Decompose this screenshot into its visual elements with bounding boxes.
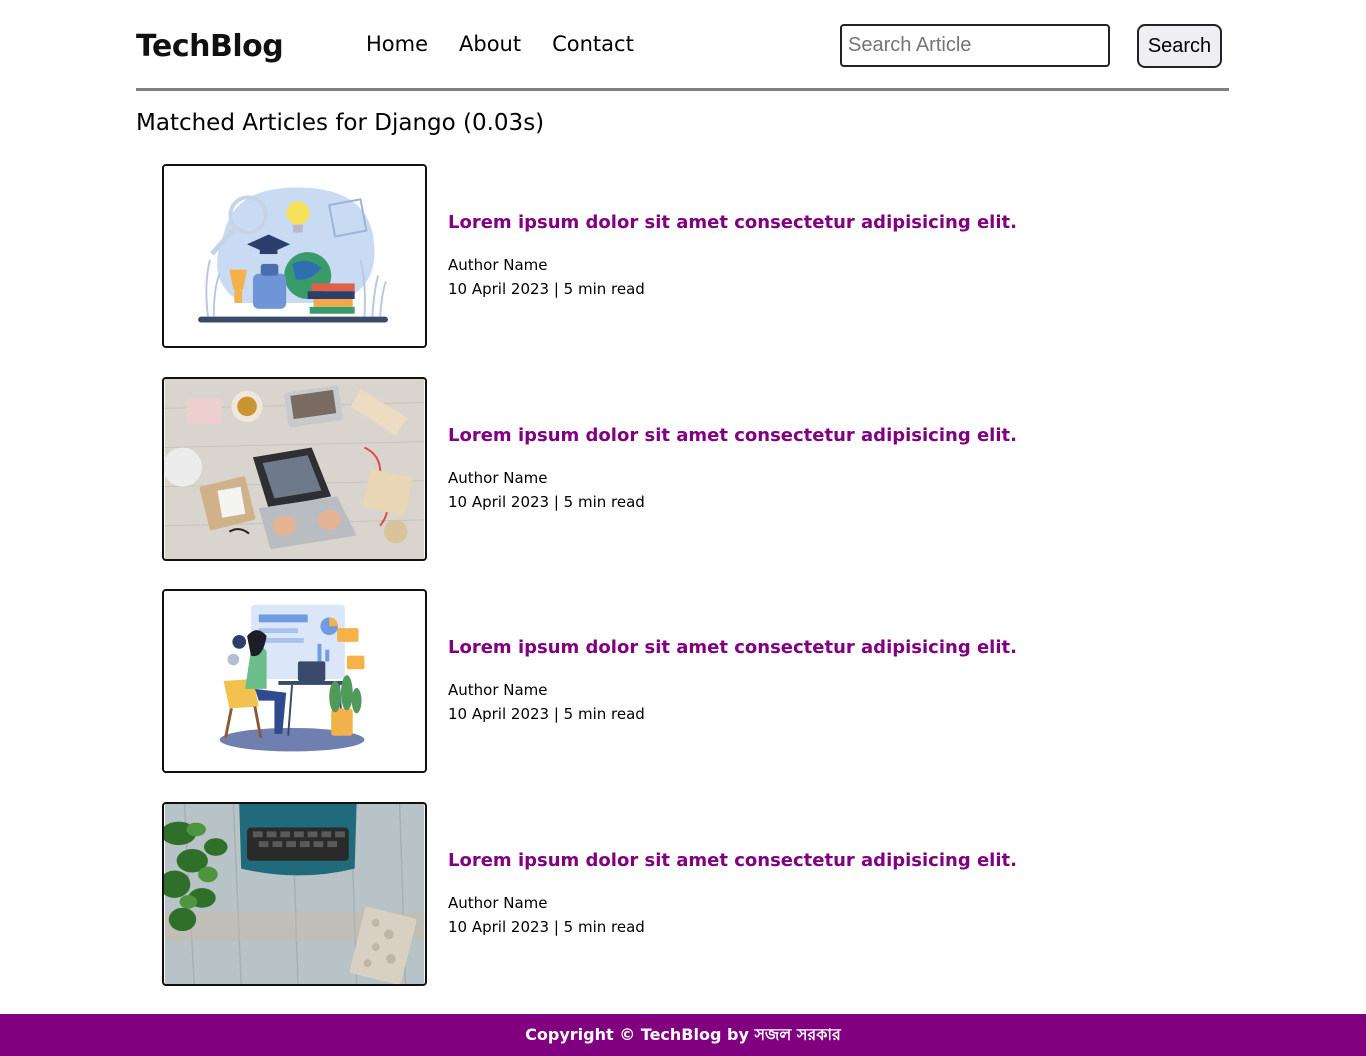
article-author: Author Name [448, 681, 548, 699]
typewriter-photo [164, 804, 425, 984]
nav-contact-link[interactable]: Contact [552, 32, 634, 56]
main-nav: Home About Contact [366, 32, 634, 56]
results-heading: Matched Articles for Django (0.03s) [136, 110, 545, 136]
copyright-text: Copyright © TechBlog by সজল সরকার [525, 1024, 841, 1044]
article-thumbnail[interactable] [162, 377, 427, 561]
article-author: Author Name [448, 469, 548, 487]
article-title-link[interactable]: Lorem ipsum dolor sit amet consectetur a… [448, 212, 1017, 233]
article-card: Lorem ipsum dolor sit amet consectetur a… [162, 377, 1062, 561]
article-author: Author Name [448, 894, 548, 912]
article-meta: 10 April 2023 | 5 min read [448, 705, 645, 723]
article-meta: 10 April 2023 | 5 min read [448, 493, 645, 511]
nav-about-link[interactable]: About [459, 32, 521, 56]
article-title-link[interactable]: Lorem ipsum dolor sit amet consectetur a… [448, 425, 1017, 446]
article-thumbnail[interactable] [162, 802, 427, 986]
article-title-link[interactable]: Lorem ipsum dolor sit amet consectetur a… [448, 637, 1017, 658]
search-input[interactable] [840, 24, 1110, 67]
search-button[interactable]: Search [1137, 24, 1222, 68]
laptop-desk-photo [164, 379, 425, 559]
article-card: Lorem ipsum dolor sit amet consectetur a… [162, 802, 1062, 986]
site-header: TechBlog Home About Contact Search [136, 0, 1229, 91]
article-card: Lorem ipsum dolor sit amet consectetur a… [162, 589, 1062, 773]
article-card: Lorem ipsum dolor sit amet consectetur a… [162, 164, 1062, 348]
article-thumbnail[interactable] [162, 164, 427, 348]
article-thumbnail[interactable] [162, 589, 427, 773]
developer-workspace-illustration [164, 591, 425, 771]
article-author: Author Name [448, 256, 548, 274]
site-footer: Copyright © TechBlog by সজল সরকার [0, 1014, 1366, 1056]
site-logo[interactable]: TechBlog [136, 29, 284, 64]
article-meta: 10 April 2023 | 5 min read [448, 280, 645, 298]
nav-home-link[interactable]: Home [366, 32, 428, 56]
article-meta: 10 April 2023 | 5 min read [448, 918, 645, 936]
article-title-link[interactable]: Lorem ipsum dolor sit amet consectetur a… [448, 850, 1017, 871]
education-illustration [164, 166, 425, 346]
